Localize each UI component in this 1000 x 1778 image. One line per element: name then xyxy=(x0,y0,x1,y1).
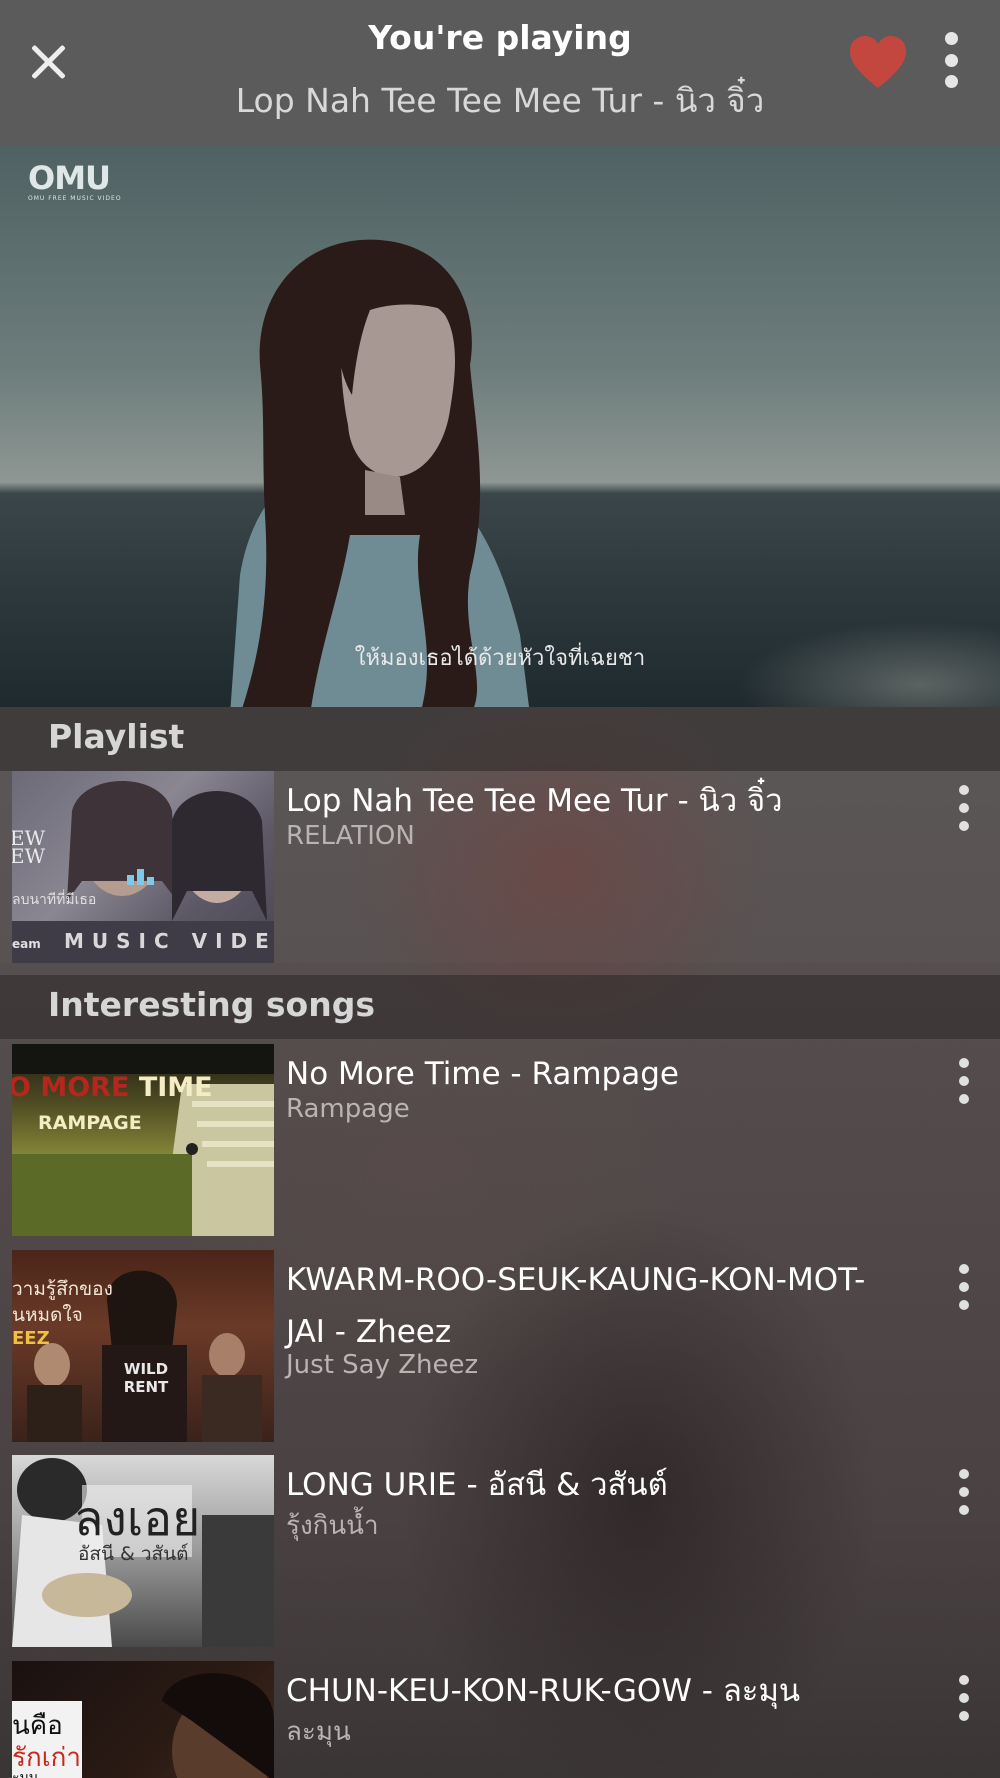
list-item[interactable]: นคือ รักเก่า ะมุน CHUN-KEU-KON-RUK-GOW -… xyxy=(0,1661,1000,1778)
track-artist: RELATION xyxy=(286,821,415,851)
playlist-section-header: Playlist xyxy=(0,707,1000,771)
track-title: LONG URIE - อัสนี & วสันต์ xyxy=(286,1467,668,1503)
track-title: CHUN-KEU-KON-RUK-GOW - ละมุน xyxy=(286,1673,801,1709)
now-playing-bars-icon xyxy=(127,869,154,885)
player-header: You're playing Lop Nah Tee Tee Mee Tur -… xyxy=(0,0,1000,145)
track-title: No More Time - Rampage xyxy=(286,1056,679,1092)
track-artist: Rampage xyxy=(286,1094,410,1124)
track-artist: ละมุน xyxy=(286,1717,351,1747)
track-more-options-icon[interactable] xyxy=(958,785,970,831)
track-more-options-icon[interactable] xyxy=(958,1058,970,1104)
track-more-options-icon[interactable] xyxy=(958,1469,970,1515)
playlist-label: Playlist xyxy=(48,717,185,756)
video-frame-image xyxy=(230,239,529,707)
list-item[interactable]: O MORE TIME RAMPAGE No More Time - Rampa… xyxy=(0,1044,1000,1236)
video-player[interactable]: OMU OMU FREE MUSIC VIDEO ให้มองเธอได้ด้ว… xyxy=(0,145,1000,707)
list-item[interactable]: ลงเอย อัสนี & วสันต์ LONG URIE - อัสนี &… xyxy=(0,1455,1000,1647)
more-options-icon[interactable] xyxy=(944,32,958,88)
track-artist: รุ้งกินน้ำ xyxy=(286,1511,379,1541)
track-thumbnail: วามรู้สึกของ นหมดใจ EEZ WILD RENT xyxy=(12,1250,274,1442)
track-thumbnail: ลงเอย อัสนี & วสันต์ xyxy=(12,1455,274,1647)
favorite-heart-icon[interactable] xyxy=(848,34,908,90)
track-title: Lop Nah Tee Tee Mee Tur - นิว จิ๋ว xyxy=(286,783,783,819)
track-thumbnail: EW EW ลบนาทีที่มีเธอ eam MUSIC VIDE xyxy=(12,771,274,963)
interesting-songs-label: Interesting songs xyxy=(48,985,375,1024)
list-item[interactable]: วามรู้สึกของ นหมดใจ EEZ WILD RENT KWARM-… xyxy=(0,1250,1000,1442)
interesting-songs-section-header: Interesting songs xyxy=(0,975,1000,1039)
track-thumbnail: นคือ รักเก่า ะมุน xyxy=(12,1661,274,1778)
track-thumbnail: O MORE TIME RAMPAGE xyxy=(12,1044,274,1236)
video-subtitle: ให้มองเธอได้ด้วยหัวใจที่เฉยชา xyxy=(354,646,646,671)
playlist-item[interactable]: EW EW ลบนาทีที่มีเธอ eam MUSIC VIDE Lop … xyxy=(0,771,1000,963)
track-artist: Just Say Zheez xyxy=(286,1350,479,1380)
track-more-options-icon[interactable] xyxy=(958,1675,970,1721)
video-watermark-logo: OMU OMU FREE MUSIC VIDEO xyxy=(28,159,122,202)
track-title: KWARM-ROO-SEUK-KAUNG-KON-MOT-JAI - Zheez xyxy=(286,1262,866,1350)
track-more-options-icon[interactable] xyxy=(958,1264,970,1310)
